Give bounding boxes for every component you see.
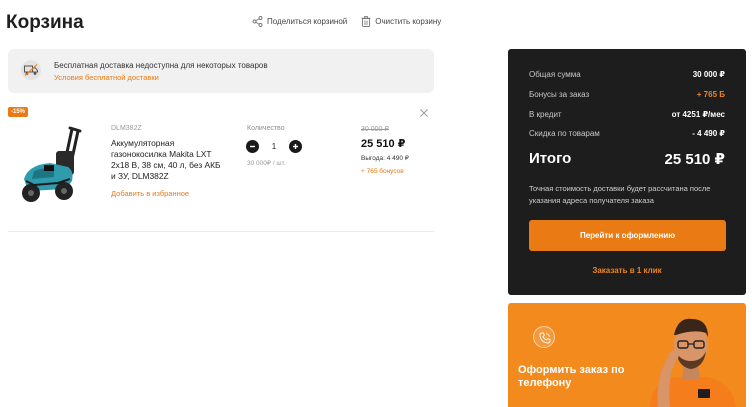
credit-value: от 4251 ₽/мес [671, 110, 725, 119]
one-click-order-link[interactable]: Заказать в 1 клик [508, 266, 746, 275]
free-delivery-notice: Бесплатная доставка недоступна для некот… [8, 49, 434, 93]
phone-icon [533, 326, 555, 348]
share-cart-button[interactable]: Поделиться корзиной [252, 16, 347, 27]
quantity-label: Количество [247, 125, 285, 132]
summary-grand-total: Итого 25 510 ₽ [529, 150, 725, 168]
decrease-quantity-button[interactable] [246, 140, 259, 153]
discount-label: Скидка по товарам [529, 129, 600, 138]
add-to-favorites-link[interactable]: Добавить в избранное [111, 189, 189, 198]
summary-credit: В кредит от 4251 ₽/мес [529, 110, 725, 119]
phone-order-banner[interactable]: Оформить заказ по телефону [508, 303, 746, 407]
operator-person-image [650, 318, 736, 407]
bonus-value: + 765 Б [696, 90, 725, 99]
product-image[interactable] [14, 121, 88, 213]
increase-quantity-button[interactable] [289, 140, 302, 153]
credit-label: В кредит [529, 110, 562, 119]
delivery-cost-note: Точная стоимость доставки будет рассчита… [529, 184, 711, 205]
total-sum-label: Общая сумма [529, 70, 581, 79]
old-price: 30 000 ₽ [361, 126, 389, 133]
discount-value: - 4 490 ₽ [692, 129, 725, 138]
summary-total-sum: Общая сумма 30 000 ₽ [529, 70, 725, 79]
share-cart-label: Поделиться корзиной [267, 17, 348, 26]
item-bonus: + 765 бонусов [361, 168, 404, 175]
summary-discount: Скидка по товарам - 4 490 ₽ [529, 129, 725, 138]
trash-icon [361, 16, 371, 27]
product-sku: DLM382Z [111, 125, 142, 132]
phone-order-text: Оформить заказ по телефону [518, 364, 625, 389]
unit-price: 30 000₽ / шт. [247, 160, 286, 167]
clear-cart-button[interactable]: Очистить корзину [361, 16, 441, 27]
page-title: Корзина [6, 12, 84, 33]
cart-item: -15% DLM382Z Аккумуляторная газонокосилк… [8, 105, 434, 232]
plus-icon [293, 144, 298, 149]
order-summary: Общая сумма 30 000 ₽ Бонусы за заказ + 7… [508, 49, 746, 295]
close-icon[interactable] [419, 108, 429, 118]
grand-total-label: Итого [529, 150, 572, 167]
notice-title: Бесплатная доставка недоступна для некот… [54, 61, 268, 70]
current-price: 25 510 ₽ [361, 138, 406, 150]
clear-cart-label: Очистить корзину [375, 17, 442, 26]
product-name[interactable]: Аккумуляторная газонокосилка Makita LXT … [111, 138, 226, 182]
quantity-stepper: 1 [246, 140, 302, 153]
summary-bonus: Бонусы за заказ + 765 Б [529, 90, 725, 99]
quantity-value[interactable]: 1 [259, 142, 289, 151]
grand-total-value: 25 510 ₽ [664, 151, 725, 168]
discount-badge: -15% [8, 107, 29, 117]
cart-actions: Поделиться корзиной Очистить корзину [252, 16, 441, 27]
share-icon [252, 16, 263, 27]
benefit-amount: Выгода: 4 490 ₽ [361, 155, 409, 162]
bonus-label: Бонусы за заказ [529, 90, 590, 99]
free-delivery-terms-link[interactable]: Условия бесплатной доставки [54, 73, 159, 82]
checkout-button[interactable]: Перейти к оформлению [529, 220, 726, 251]
truck-icon [21, 60, 41, 80]
total-sum-value: 30 000 ₽ [692, 70, 725, 79]
minus-icon [250, 145, 255, 148]
